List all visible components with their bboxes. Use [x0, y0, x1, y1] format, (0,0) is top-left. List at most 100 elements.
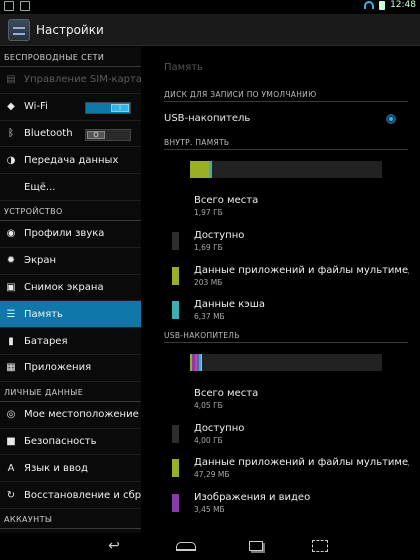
storage-stat-row[interactable]: Данные кэша 6,37 МБ	[141, 293, 420, 328]
sound-icon: ◉	[6, 228, 16, 240]
sim-icon: ▤	[6, 74, 16, 86]
sidebar-item[interactable]: ▮ Батарея	[0, 328, 141, 355]
stat-value: 3,45 МБ	[194, 505, 225, 515]
recent-apps-icon	[249, 541, 263, 551]
restore-icon: ↻	[6, 489, 16, 501]
color-swatch	[172, 459, 179, 478]
sidebar-item[interactable]: ✹ Экран	[0, 248, 141, 275]
sidebar-item-label: Язык и ввод	[24, 462, 88, 474]
sidebar-section-header: ЛИЧНЫЕ ДАННЫЕ	[0, 382, 141, 402]
stat-value: 47,29 МБ	[194, 470, 230, 480]
default-disk-option[interactable]: USB-накопитель	[141, 102, 420, 135]
stat-label: Изображения и видео	[194, 492, 311, 504]
sidebar-section-header: УСТРОЙСТВО	[0, 201, 141, 221]
sidebar-item-label: Передача данных	[24, 154, 119, 166]
color-swatch	[172, 266, 179, 285]
sidebar-item-label: Профили звука	[24, 228, 105, 240]
sidebar-item[interactable]: ◆ Wi-Fi I	[0, 94, 141, 121]
color-swatch	[172, 390, 179, 408]
recent-apps-button[interactable]	[245, 539, 267, 553]
color-swatch	[172, 301, 179, 320]
sidebar-item-label: Wi-Fi	[24, 101, 48, 113]
status-bar: 12:48	[0, 0, 420, 14]
sidebar-item-label: Мое местоположение	[24, 409, 139, 421]
color-swatch	[172, 197, 179, 215]
sidebar-item[interactable]: ↻ Восстановление и сброс	[0, 482, 141, 509]
storage-stat-row[interactable]: Доступно 1,69 ГБ	[141, 224, 420, 259]
settings-icon[interactable]	[8, 18, 30, 41]
stat-label: Доступно	[194, 422, 245, 434]
color-swatch	[172, 232, 179, 251]
sidebar-item[interactable]: ◑ Передача данных	[0, 147, 141, 175]
storage-stat-row[interactable]: Данные приложений и файлы мультимедиа 203…	[141, 258, 420, 293]
sidebar-item[interactable]: ▦ Приложения	[0, 355, 141, 382]
radio-selected-icon[interactable]	[386, 113, 396, 124]
stat-label: Всего места	[194, 388, 259, 400]
sidebar-item: ▤ Управление SIM-картами	[0, 67, 141, 94]
stat-value: 4,00 ГБ	[194, 435, 223, 445]
usage-bar-segment	[209, 161, 213, 178]
home-button[interactable]	[175, 539, 197, 553]
screenshot-icon	[312, 540, 328, 552]
usage-bar-segment	[190, 161, 210, 178]
action-bar: Настройки	[0, 14, 420, 46]
apps-icon: ▦	[6, 362, 16, 374]
sidebar-item[interactable]: ᛒ Bluetooth O	[0, 121, 141, 148]
internal-usage-bar	[190, 161, 382, 178]
display-icon: ✹	[6, 255, 16, 267]
picture-icon	[20, 1, 30, 11]
back-icon[interactable]: ↩	[103, 538, 125, 554]
stat-label: Данные приложений и файлы мультимедиа	[194, 264, 409, 276]
stat-label: Доступно	[194, 230, 245, 242]
sidebar-item-label: Восстановление и сброс	[24, 489, 141, 501]
status-time: 12:48	[390, 0, 416, 10]
sidebar-item-label: Управление SIM-картами	[24, 74, 141, 86]
sidebar-item[interactable]: ■ Безопасность	[0, 429, 141, 456]
storage-icon: ☰	[6, 308, 16, 320]
usb-usage-bar	[190, 353, 382, 371]
usage-bar-segment	[200, 353, 203, 371]
page-title: Настройки	[36, 22, 104, 37]
sidebar-item[interactable]: ☰ Память	[0, 301, 141, 329]
internal-storage-header: ВНУТР. ПАМЯТЬ	[164, 135, 408, 150]
toggle-knob: O	[87, 130, 105, 139]
data-usage-icon: ◑	[6, 154, 16, 166]
nav-bar: ↩	[0, 533, 420, 560]
default-disk-label: USB-накопитель	[164, 113, 251, 124]
sidebar-item[interactable]: A Язык и ввод	[0, 455, 141, 483]
screenshot-button[interactable]	[309, 539, 331, 553]
storage-stat-row[interactable]: Всего места 4,05 ГБ	[141, 382, 420, 417]
camera-icon: ▣	[6, 281, 16, 293]
stat-label: Всего места	[194, 195, 259, 207]
sidebar-item-label: Экран	[24, 255, 57, 267]
sidebar-item-label: Батарея	[24, 335, 68, 347]
storage-stat-row[interactable]: Изображения и видео 3,45 МБ	[141, 486, 420, 521]
storage-stat-row[interactable]: Данные приложений и файлы мультимедиа 47,…	[141, 451, 420, 486]
battery-icon: ▮	[8, 335, 14, 347]
toggle-switch[interactable]: O	[85, 128, 131, 141]
language-icon: A	[7, 462, 15, 474]
sidebar-item[interactable]: ◉ Профили звука	[0, 221, 141, 248]
default-disk-header: ДИСК ДЛЯ ЗАПИСИ ПО УМОЛЧАНИЮ	[164, 87, 408, 102]
bluetooth-icon: ᛒ	[8, 127, 14, 139]
storage-stat-row[interactable]: Всего места 1,97 ГБ	[141, 189, 420, 224]
lock-icon: ■	[6, 435, 16, 447]
sidebar-item-label: Безопасность	[24, 435, 97, 447]
stat-value: 6,37 МБ	[194, 312, 225, 322]
toggle-switch[interactable]: I	[85, 101, 131, 114]
battery-icon	[379, 0, 386, 10]
usb-storage-header: USB-НАКОПИТЕЛЬ	[164, 328, 408, 343]
sidebar-item[interactable]: ▣ Снимок экрана	[0, 275, 141, 302]
sidebar-item[interactable]: ◎ Мое местоположение	[0, 402, 141, 429]
blank-icon	[6, 182, 16, 192]
stat-value: 4,05 ГБ	[194, 401, 223, 411]
color-swatch	[172, 424, 179, 443]
sidebar-section-header: БЕСПРОВОДНЫЕ СЕТИ	[0, 47, 141, 67]
toggle-knob: I	[111, 103, 129, 112]
sidebar-item[interactable]: Ещё...	[0, 174, 141, 201]
color-swatch	[172, 494, 179, 513]
settings-sidebar: БЕСПРОВОДНЫЕ СЕТИ ▤ Управление SIM-картами…	[0, 47, 141, 533]
wifi-icon	[364, 1, 375, 9]
storage-stat-row[interactable]: Доступно 4,00 ГБ	[141, 416, 420, 451]
location-icon: ◎	[6, 409, 16, 421]
